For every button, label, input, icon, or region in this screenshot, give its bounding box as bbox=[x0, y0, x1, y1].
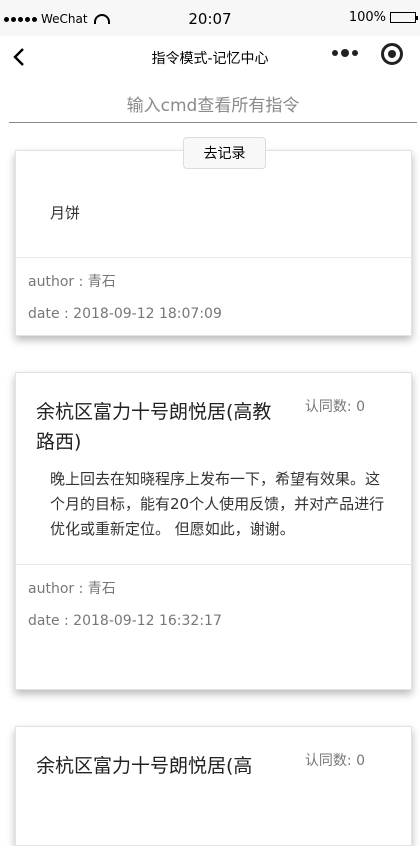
card-title: 余杭区富力十号朗悦居(高教路西) bbox=[36, 401, 272, 453]
status-right: 100% bbox=[348, 10, 418, 25]
more-dots-icon bbox=[332, 50, 338, 56]
card-author: author : 青石 bbox=[28, 581, 116, 597]
card-content: 晚上回去在知晓程序上发布一下，希望有效果。这个月的目标，能有20个人使用反馈，并… bbox=[50, 470, 385, 538]
card-date: date : 2018-09-12 16:32:17 bbox=[28, 613, 222, 629]
cmd-input[interactable] bbox=[9, 90, 417, 123]
agree-count[interactable]: 认同数: 0 bbox=[305, 396, 365, 416]
card-header: 余杭区富力十号朗悦居(高 认同数: 0 bbox=[16, 727, 411, 781]
agree-count[interactable]: 认同数: 0 bbox=[305, 750, 365, 770]
card-date: date : 2018-09-12 18:07:09 bbox=[28, 306, 222, 322]
card-title: 余杭区富力十号朗悦居(高 bbox=[36, 755, 253, 777]
card-footer: author : 青石 date : 2018-09-12 18:07:09 bbox=[16, 257, 411, 340]
memory-card: 月饼 author : 青石 date : 2018-09-12 18:07:0… bbox=[15, 150, 412, 336]
capsule-close-button[interactable] bbox=[381, 43, 403, 65]
go-record-button[interactable]: 去记录 bbox=[183, 137, 266, 169]
memory-card: 余杭区富力十号朗悦居(高 认同数: 0 bbox=[15, 726, 412, 846]
card-header: 余杭区富力十号朗悦居(高教路西) 认同数: 0 bbox=[16, 373, 411, 457]
more-button[interactable] bbox=[332, 49, 358, 57]
card-footer: author : 青石 date : 2018-09-12 16:32:17 bbox=[16, 564, 411, 647]
status-bar: WeChat 20:07 100% bbox=[0, 0, 420, 36]
memory-card: 余杭区富力十号朗悦居(高教路西) 认同数: 0 晚上回去在知晓程序上发布一下，希… bbox=[15, 372, 412, 690]
nav-bar: 指令模式-记忆中心 bbox=[0, 36, 420, 80]
card-author: author : 青石 bbox=[28, 274, 116, 290]
battery-icon bbox=[390, 12, 418, 23]
battery-percent: 100% bbox=[348, 10, 386, 25]
